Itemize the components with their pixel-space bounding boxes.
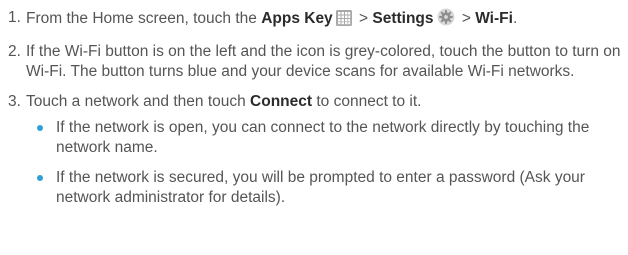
apps-grid-icon xyxy=(335,10,352,32)
step-1: 1. From the Home screen, touch the Apps … xyxy=(8,8,624,32)
connect-label: Connect xyxy=(250,93,313,110)
bullet-list: If the network is open, you can connect … xyxy=(34,118,624,208)
instructions-document: 1. From the Home screen, touch the Apps … xyxy=(0,0,628,255)
list-item: If the network is secured, you will be p… xyxy=(34,168,624,208)
step-text: From the Home screen, touch the Apps Key… xyxy=(26,8,624,32)
step-number: 2. xyxy=(8,43,21,60)
step-number: 1. xyxy=(8,9,21,26)
apps-key-label: Apps Key xyxy=(261,10,333,27)
step-2: 2. If the Wi-Fi button is on the left an… xyxy=(8,42,624,82)
settings-label: Settings xyxy=(372,10,434,27)
step-text: If the Wi-Fi button is on the left and t… xyxy=(26,43,621,80)
step-number: 3. xyxy=(8,93,21,110)
settings-gear-icon xyxy=(437,8,455,32)
step-3: 3. Touch a network and then touch Connec… xyxy=(8,92,624,112)
bullet-icon xyxy=(34,118,56,158)
list-item: If the network is open, you can connect … xyxy=(34,118,624,158)
step-text: Touch a network and then touch Connect t… xyxy=(26,93,422,110)
wifi-label: Wi-Fi xyxy=(475,10,513,27)
bullet-text: If the network is open, you can connect … xyxy=(56,119,590,156)
bullet-text: If the network is secured, you will be p… xyxy=(56,169,585,206)
bullet-icon xyxy=(34,168,56,208)
